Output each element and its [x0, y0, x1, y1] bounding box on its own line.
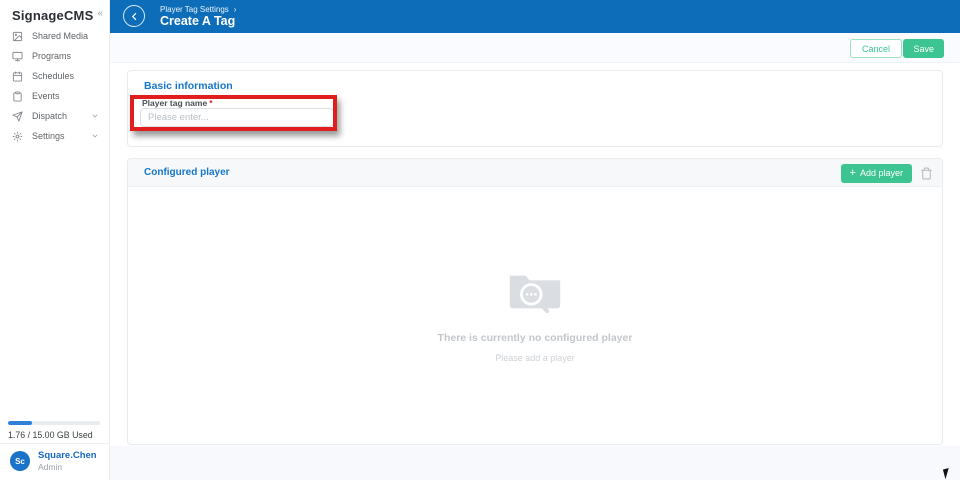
breadcrumb-label: Player Tag Settings: [160, 5, 229, 14]
delete-icon[interactable]: [920, 167, 933, 180]
back-button[interactable]: [123, 5, 145, 27]
user-role: Admin: [38, 462, 63, 472]
empty-folder-search-icon: [507, 271, 563, 318]
sidebar-nav: Shared Media Programs Schedules Events D…: [0, 26, 109, 146]
player-tag-name-label: Player tag name *: [142, 98, 213, 108]
chevron-down-icon: [91, 112, 99, 120]
required-asterisk: *: [209, 98, 213, 108]
user-name: Square.Chen: [38, 450, 97, 461]
app-logo: SignageCMS: [12, 8, 94, 23]
player-tag-name-input[interactable]: [140, 108, 334, 127]
sidebar-item-schedules[interactable]: Schedules: [0, 66, 109, 86]
empty-state-title: There is currently no configured player: [437, 331, 633, 344]
send-icon: [12, 110, 23, 122]
sidebar-item-events[interactable]: Events: [0, 86, 109, 106]
field-label-text: Player tag name: [142, 98, 208, 108]
storage-usage: 1.76 / 15.00 GB Used: [8, 421, 102, 440]
sidebar-item-dispatch[interactable]: Dispatch: [0, 106, 109, 126]
chevron-left-icon: [129, 11, 140, 22]
page-title: Create A Tag: [160, 14, 236, 28]
sidebar-item-label: Events: [32, 91, 60, 101]
action-toolbar: Cancel Save: [110, 33, 960, 63]
main-area: Player Tag Settings › Create A Tag Cancel…: [110, 0, 960, 480]
gear-icon: [12, 131, 23, 142]
storage-bar: [8, 421, 100, 425]
collapse-sidebar-icon[interactable]: «: [97, 8, 103, 19]
save-button[interactable]: Save: [903, 39, 944, 58]
configured-player-header: Configured player + Add player: [128, 159, 942, 187]
sidebar-item-label: Shared Media: [32, 31, 89, 41]
sidebar-item-programs[interactable]: Programs: [0, 46, 109, 66]
app-window: SignageCMS « Shared Media Programs Sched…: [0, 0, 960, 480]
empty-state-subtitle: Please add a player: [495, 352, 575, 363]
image-icon: [12, 31, 23, 42]
sidebar-divider: [0, 443, 109, 444]
basic-information-title: Basic information: [144, 80, 233, 92]
user-profile[interactable]: Sc Square.Chen Admin: [10, 450, 97, 472]
avatar: Sc: [10, 451, 30, 471]
footer-strip: [110, 446, 960, 480]
cancel-button[interactable]: Cancel: [849, 39, 902, 58]
configured-player-title: Configured player: [144, 167, 230, 178]
basic-information-card: Basic information Player tag name *: [127, 70, 943, 147]
monitor-icon: [12, 51, 23, 62]
storage-label: 1.76 / 15.00 GB Used: [8, 430, 93, 440]
storage-bar-fill: [8, 421, 32, 425]
page-header: Player Tag Settings › Create A Tag: [110, 0, 960, 33]
configured-player-card: Configured player + Add player There is …: [127, 158, 943, 445]
chevron-down-icon: [91, 132, 99, 140]
add-player-button[interactable]: + Add player: [840, 163, 912, 183]
clipboard-icon: [12, 90, 23, 102]
logo-row: SignageCMS «: [0, 0, 109, 29]
sidebar-item-label: Settings: [32, 131, 65, 141]
user-meta: Square.Chen Admin: [38, 450, 97, 472]
breadcrumb-separator-icon: ›: [233, 5, 237, 14]
add-player-label: Add player: [859, 168, 903, 178]
empty-state: There is currently no configured player …: [128, 271, 942, 363]
plus-icon: +: [849, 166, 856, 179]
sidebar-item-shared-media[interactable]: Shared Media: [0, 26, 109, 46]
sidebar: SignageCMS « Shared Media Programs Sched…: [0, 0, 110, 480]
calendar-icon: [12, 70, 23, 82]
sidebar-item-label: Programs: [32, 51, 72, 61]
sidebar-item-label: Dispatch: [32, 111, 68, 121]
sidebar-item-settings[interactable]: Settings: [0, 126, 109, 146]
breadcrumb[interactable]: Player Tag Settings ›: [160, 5, 236, 14]
sidebar-item-label: Schedules: [32, 71, 75, 81]
